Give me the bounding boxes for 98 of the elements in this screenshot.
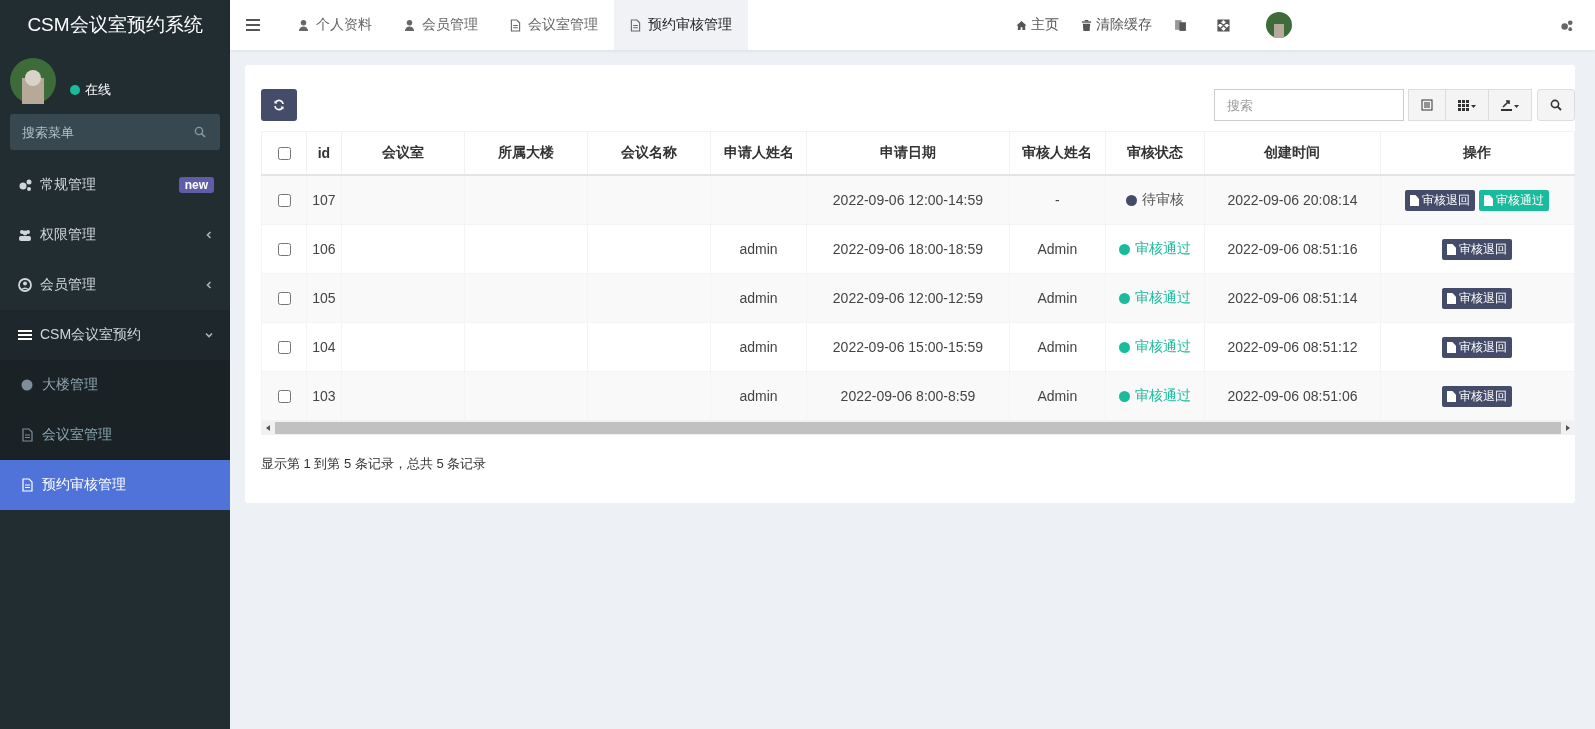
status-label: 审核通过 <box>1119 289 1192 307</box>
menu-search-field[interactable]: 搜索菜单 <box>10 114 220 150</box>
grid-caret-icon <box>1458 99 1476 111</box>
select-all-checkbox[interactable] <box>278 146 291 160</box>
nav-tab[interactable]: 预约审核管理 <box>614 0 748 50</box>
search-icon <box>1550 99 1562 111</box>
nav-tab[interactable]: 个人资料 <box>282 0 388 50</box>
table-cell: Admin <box>1009 224 1106 274</box>
reject-button[interactable]: 审核退回 <box>1442 385 1513 407</box>
settings-icon[interactable] <box>1560 18 1573 32</box>
document-icon <box>630 18 641 32</box>
document-icon <box>20 428 34 442</box>
menu-item[interactable]: 权限管理 <box>0 210 230 260</box>
search-field[interactable]: 搜索 <box>1214 89 1404 121</box>
table-cell: Admin <box>1009 371 1106 421</box>
home-link[interactable]: 主页 <box>1016 16 1059 34</box>
table-cell: 2022-09-06 12:00-14:59 <box>806 175 1010 225</box>
row-checkbox[interactable] <box>278 389 291 403</box>
table-cell: 107 <box>306 175 342 225</box>
pagination-info: 显示第 1 到第 5 条记录，总共 5 条记录 <box>261 455 488 473</box>
menu-item[interactable]: CSM会议室预约 <box>0 310 230 360</box>
table-cell: - <box>1009 175 1106 225</box>
table-cell: admin <box>739 290 778 306</box>
table-cell: 2022-09-06 08:51:16 <box>1204 224 1381 274</box>
reject-button[interactable]: 审核退回 <box>1405 189 1476 211</box>
table-cell: 103 <box>306 371 342 421</box>
table-cell: Admin <box>1009 322 1106 372</box>
document-icon <box>1410 194 1420 206</box>
reject-button[interactable]: 审核退回 <box>1442 287 1513 309</box>
nav-tab[interactable]: 会员管理 <box>388 0 494 50</box>
table-cell: admin <box>739 241 778 257</box>
row-checkbox[interactable] <box>278 340 291 354</box>
clear-cache-link[interactable]: 清除缓存 <box>1081 16 1152 34</box>
menu-item[interactable]: 会员管理 <box>0 260 230 310</box>
menu-item[interactable]: 常规管理 new <box>0 160 230 210</box>
table-cell: 2022-09-06 08:51:06 <box>1204 371 1381 421</box>
document-icon <box>1447 292 1457 304</box>
document-icon <box>1447 341 1457 353</box>
status-label: 审核通过 <box>1119 338 1192 356</box>
table-cell: admin <box>739 388 778 404</box>
horizontal-scrollbar[interactable] <box>261 421 1575 435</box>
new-badge: new <box>178 177 214 193</box>
refresh-icon <box>273 99 285 111</box>
row-checkbox[interactable] <box>278 242 291 256</box>
table-cell: 2022-09-06 08:51:14 <box>1204 273 1381 323</box>
chevron-down-icon <box>204 330 214 340</box>
table-cell: 2022-09-06 15:00-15:59 <box>806 322 1010 372</box>
submenu-item[interactable]: 会议室管理 <box>0 410 230 460</box>
list-icon <box>18 328 32 342</box>
home-icon <box>1016 18 1027 32</box>
submenu-item[interactable]: 预约审核管理 <box>0 460 230 510</box>
reject-button[interactable]: 审核退回 <box>1442 238 1513 260</box>
status-label: 待审核 <box>1126 191 1185 209</box>
menu-icon[interactable] <box>246 19 260 31</box>
table-cell: Admin <box>1009 273 1106 323</box>
table-cell: 105 <box>306 273 342 323</box>
user-icon <box>404 18 415 32</box>
table-cell: 2022-09-06 12:00-12:59 <box>806 273 1010 323</box>
document-icon <box>20 478 34 492</box>
user-icon <box>18 278 32 292</box>
chevron-left-icon <box>204 280 214 290</box>
refresh-button[interactable] <box>261 89 297 121</box>
status-label: 审核通过 <box>1119 387 1192 405</box>
toggle-view-button[interactable] <box>1408 89 1446 121</box>
table-cell: 104 <box>306 322 342 372</box>
row-checkbox[interactable] <box>278 193 291 207</box>
fullscreen-icon[interactable] <box>1217 18 1230 32</box>
chevron-left-icon <box>204 230 214 240</box>
user-icon <box>298 18 309 32</box>
document-icon <box>1484 194 1494 206</box>
search-button[interactable] <box>1537 89 1575 121</box>
app-title: CSM会议室预约系统 <box>26 13 204 37</box>
table-cell: 2022-09-06 08:51:12 <box>1204 322 1381 372</box>
document-icon <box>1447 243 1457 255</box>
export-button[interactable] <box>1488 89 1532 121</box>
avatar <box>10 58 56 104</box>
search-icon <box>194 126 206 138</box>
avatar[interactable] <box>1266 12 1292 38</box>
trash-icon <box>1081 18 1092 32</box>
translate-icon[interactable] <box>1174 18 1187 32</box>
document-icon <box>1447 390 1457 402</box>
table-cell: 2022-09-06 18:00-18:59 <box>806 224 1010 274</box>
globe-icon <box>20 378 34 392</box>
columns-button[interactable] <box>1445 89 1489 121</box>
nav-tab[interactable]: 会议室管理 <box>494 0 614 50</box>
export-caret-icon <box>1501 99 1519 111</box>
table-cell: 106 <box>306 224 342 274</box>
table-cell: admin <box>739 339 778 355</box>
document-icon <box>510 18 521 32</box>
submenu-item[interactable]: 大楼管理 <box>0 360 230 410</box>
table-cell: 2022-09-06 8:00-8:59 <box>806 371 1010 421</box>
reject-button[interactable]: 审核退回 <box>1442 336 1513 358</box>
list-icon <box>1421 99 1433 111</box>
status-label: 审核通过 <box>1119 240 1192 258</box>
online-status: 在线 <box>70 81 111 99</box>
table-cell: 2022-09-06 20:08:14 <box>1204 175 1381 225</box>
row-checkbox[interactable] <box>278 291 291 305</box>
users-icon <box>18 228 32 242</box>
